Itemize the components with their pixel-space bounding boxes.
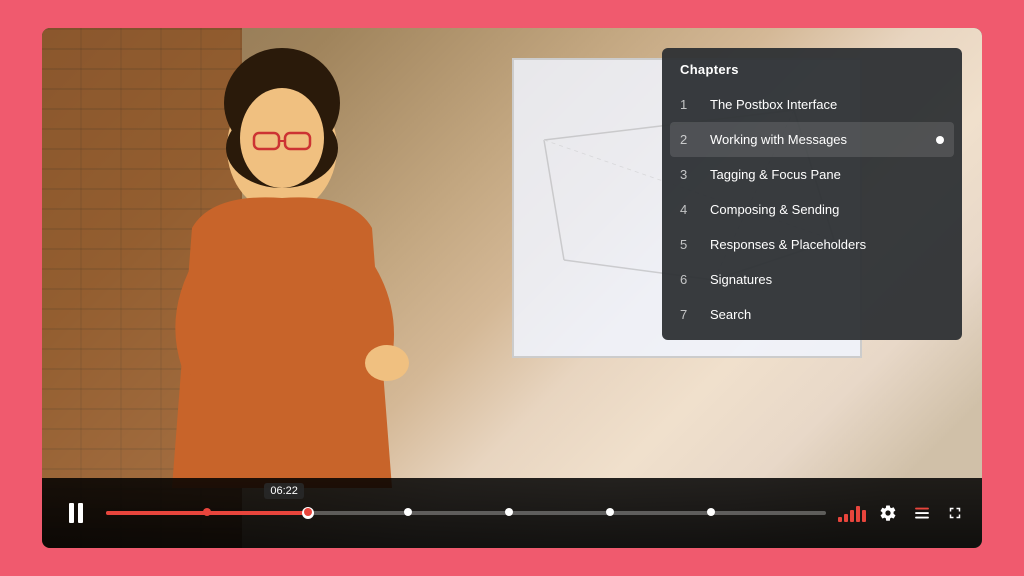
volume-bar-2 [850,510,854,522]
chapters-panel: Chapters 1 The Postbox Interface 2 Working … [662,48,962,340]
chapter-active-dot [936,136,944,144]
chapter-title-1: Working with Messages [710,132,928,147]
chapter-item-6[interactable]: 7 Search [662,297,962,332]
fullscreen-button[interactable] [944,502,966,524]
video-player: Chapters 1 The Postbox Interface 2 Working … [42,28,982,548]
chapter-num-4: 5 [680,237,700,252]
progress-container: 06:22 [106,511,826,515]
chapter-num-3: 4 [680,202,700,217]
chapters-button[interactable] [910,501,934,525]
chapter-title-3: Composing & Sending [710,202,944,217]
chapter-num-5: 6 [680,272,700,287]
chapters-list: 1 The Postbox Interface 2 Working with Mess… [662,87,962,332]
volume-indicator[interactable] [838,504,866,522]
progress-dot-0 [203,508,211,516]
chapter-title-5: Signatures [710,272,944,287]
settings-button[interactable] [876,501,900,525]
chapter-item-5[interactable]: 6 Signatures [662,262,962,297]
progress-dot-4 [606,508,614,516]
progress-dot-1 [304,508,312,516]
chapter-num-1: 2 [680,132,700,147]
chapter-item-2[interactable]: 3 Tagging & Focus Pane [662,157,962,192]
progress-dot-5 [707,508,715,516]
volume-bar-1 [844,514,848,522]
chapter-num-0: 1 [680,97,700,112]
volume-bar-3 [856,506,860,522]
chapter-title-6: Search [710,307,944,322]
pause-button[interactable] [58,495,94,531]
volume-bar-0 [838,517,842,522]
chapter-item-3[interactable]: 4 Composing & Sending [662,192,962,227]
chapter-item-4[interactable]: 5 Responses & Placeholders [662,227,962,262]
controls-bar: 06:22 [42,478,982,548]
time-tooltip: 06:22 [264,483,304,499]
chapter-item-0[interactable]: 1 The Postbox Interface [662,87,962,122]
progress-dot-3 [505,508,513,516]
volume-bar-4 [862,510,866,522]
chapter-title-4: Responses & Placeholders [710,237,944,252]
chapters-header: Chapters [662,48,962,87]
chapter-item-1[interactable]: 2 Working with Messages [670,122,954,157]
right-controls [838,501,966,525]
chapter-title-0: The Postbox Interface [710,97,944,112]
progress-dot-2 [404,508,412,516]
progress-track[interactable] [106,511,826,515]
chapter-title-2: Tagging & Focus Pane [710,167,944,182]
chapter-num-6: 7 [680,307,700,322]
chapter-num-2: 3 [680,167,700,182]
